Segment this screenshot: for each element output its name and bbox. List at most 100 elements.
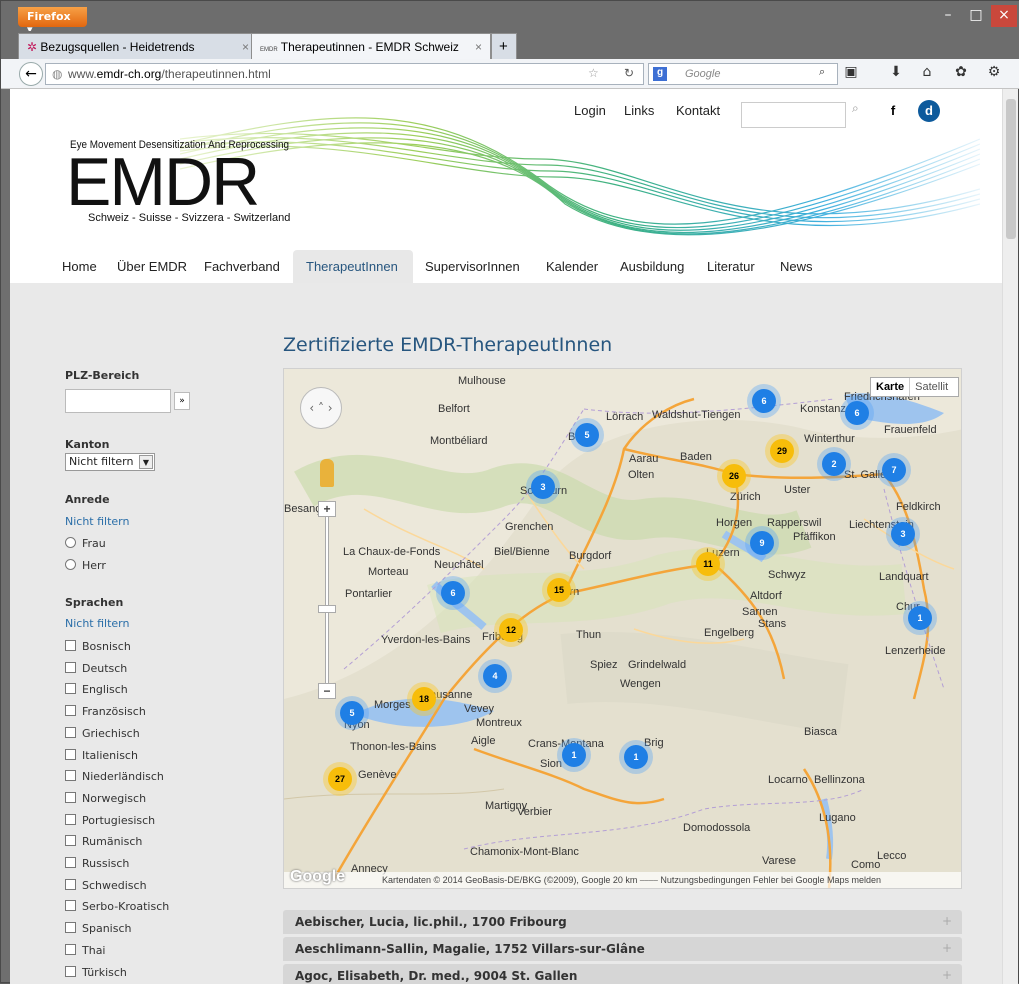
therapist-entry[interactable]: Aebischer, Lucia, lic.phil., 1700 Fribou… xyxy=(283,910,962,934)
new-tab-button[interactable]: + xyxy=(491,33,517,60)
cluster-marker[interactable]: 12 xyxy=(499,618,523,642)
checkbox-icon[interactable] xyxy=(65,835,76,847)
menu-ausbildung[interactable]: Ausbildung xyxy=(620,259,684,274)
expand-plus-icon[interactable]: + xyxy=(942,968,952,982)
search-engine-box[interactable]: g Google ⌕ xyxy=(648,63,838,85)
plz-submit-button[interactable]: » xyxy=(174,392,190,410)
tab-emdr[interactable]: EMDR Therapeutinnen - EMDR Schweiz × xyxy=(251,33,491,60)
emdr-logo[interactable]: EMDR xyxy=(66,147,260,217)
checkbox-icon[interactable] xyxy=(65,878,76,890)
kontakt-link[interactable]: Kontakt xyxy=(676,103,720,118)
checkbox-icon[interactable] xyxy=(65,661,76,673)
therapist-entry[interactable]: Aeschlimann-Sallin, Magalie, 1752 Villar… xyxy=(283,937,962,961)
language-option[interactable]: Portugiesisch xyxy=(65,813,155,827)
cluster-marker[interactable]: 5 xyxy=(575,423,599,447)
cluster-marker[interactable]: 18 xyxy=(412,687,436,711)
menu-supervisorinnen[interactable]: SupervisorInnen xyxy=(425,259,520,274)
anrede-nofilter-link[interactable]: Nicht filtern xyxy=(65,515,129,528)
therapist-entry[interactable]: Agoc, Elisabeth, Dr. med., 9004 St. Gall… xyxy=(283,964,962,984)
language-option[interactable]: Serbo-Kroatisch xyxy=(65,900,169,913)
close-icon[interactable]: × xyxy=(991,5,1017,27)
sprachen-nofilter-link[interactable]: Nicht filtern xyxy=(65,617,129,630)
language-option[interactable]: Deutsch xyxy=(65,661,127,675)
tab-close-icon[interactable]: × xyxy=(242,40,249,54)
street-view-pegman-icon[interactable] xyxy=(320,459,334,487)
download-icon[interactable]: ⬇ xyxy=(886,64,906,84)
map-type-karte[interactable]: Karte xyxy=(871,378,909,396)
zoom-in-button[interactable]: + xyxy=(318,501,336,517)
cluster-marker[interactable]: 6 xyxy=(441,581,465,605)
back-arrow-icon[interactable]: ← xyxy=(19,62,43,86)
tab-close-icon[interactable]: × xyxy=(475,40,482,54)
cluster-marker[interactable]: 9 xyxy=(750,531,774,555)
cluster-marker[interactable]: 6 xyxy=(752,389,776,413)
expand-plus-icon[interactable]: + xyxy=(942,914,952,928)
cluster-marker[interactable]: 27 xyxy=(328,767,352,791)
checkbox-icon[interactable] xyxy=(65,922,76,934)
checkbox-icon[interactable] xyxy=(65,943,76,955)
checkbox-icon[interactable] xyxy=(65,683,76,695)
cluster-marker[interactable]: 29 xyxy=(770,439,794,463)
language-option[interactable]: Niederländisch xyxy=(65,770,164,783)
language-option[interactable]: Türkisch xyxy=(65,965,127,979)
cluster-marker[interactable]: 2 xyxy=(822,452,846,476)
page-scrollbar[interactable] xyxy=(1002,89,1018,984)
tab-heidetrends[interactable]: ✲ Bezugsquellen - Heidetrends × xyxy=(18,33,258,60)
language-option[interactable]: Norwegisch xyxy=(65,791,146,805)
zoom-slider-handle[interactable] xyxy=(318,605,336,613)
addon-icon[interactable]: ⚙ xyxy=(984,64,1004,84)
cluster-marker[interactable]: 1 xyxy=(562,743,586,767)
cluster-marker[interactable]: 1 xyxy=(908,606,932,630)
cluster-marker[interactable]: 11 xyxy=(696,552,720,576)
plz-input[interactable] xyxy=(65,389,171,413)
checkbox-icon[interactable] xyxy=(65,748,76,760)
home-icon[interactable]: ⌂ xyxy=(917,64,937,84)
map-type-satellit[interactable]: Satellit xyxy=(909,378,953,396)
kanton-select[interactable]: Nicht filtern ▼ xyxy=(65,453,155,471)
radio-icon[interactable] xyxy=(65,537,76,548)
menu-literatur[interactable]: Literatur xyxy=(707,259,755,274)
cluster-marker[interactable]: 5 xyxy=(340,701,364,725)
login-link[interactable]: Login xyxy=(574,103,606,118)
reload-icon[interactable]: ↻ xyxy=(624,66,634,80)
anrede-herr[interactable]: Herr xyxy=(65,559,106,572)
language-option[interactable]: Griechisch xyxy=(65,726,140,740)
checkbox-icon[interactable] xyxy=(65,813,76,825)
zoom-slider-track[interactable] xyxy=(325,509,329,699)
zoom-out-button[interactable]: − xyxy=(318,683,336,699)
magnifier-icon[interactable]: ⌕ xyxy=(819,66,825,79)
checkbox-icon[interactable] xyxy=(65,640,76,651)
cluster-marker[interactable]: 15 xyxy=(547,578,571,602)
url-bar[interactable]: ◍ www.emdr-ch.org/therapeutinnen.html ☆ … xyxy=(45,63,644,85)
checkbox-icon[interactable] xyxy=(65,705,76,717)
menu-fachverband[interactable]: Fachverband xyxy=(204,259,280,274)
language-option[interactable]: Thai xyxy=(65,943,106,957)
links-link[interactable]: Links xyxy=(624,103,654,118)
language-option[interactable]: Spanisch xyxy=(65,922,131,935)
checkbox-icon[interactable] xyxy=(65,791,76,803)
expand-plus-icon[interactable]: + xyxy=(942,941,952,955)
cluster-marker[interactable]: 4 xyxy=(483,664,507,688)
checkbox-icon[interactable] xyxy=(65,900,76,912)
menu-therapeutinnen[interactable]: TherapeutInnen xyxy=(306,259,398,274)
cluster-marker[interactable]: 3 xyxy=(891,522,915,546)
scrollbar-thumb[interactable] xyxy=(1006,99,1016,239)
maximize-icon[interactable]: □ xyxy=(963,5,989,27)
language-option[interactable]: Italienisch xyxy=(65,748,138,762)
checkbox-icon[interactable] xyxy=(65,770,76,782)
language-option[interactable]: Russisch xyxy=(65,857,129,870)
language-option[interactable]: Englisch xyxy=(65,683,128,696)
menu-ueber-emdr[interactable]: Über EMDR xyxy=(117,259,187,274)
search-icon[interactable]: ⌕ xyxy=(852,101,859,116)
firefox-menu-button[interactable]: Firefox ▾ xyxy=(18,7,87,36)
language-option[interactable]: Schwedisch xyxy=(65,878,147,892)
radio-icon[interactable] xyxy=(65,559,76,570)
anrede-frau[interactable]: Frau xyxy=(65,537,106,550)
menu-news[interactable]: News xyxy=(780,259,813,274)
checkbox-icon[interactable] xyxy=(65,857,76,868)
menu-home[interactable]: Home xyxy=(62,259,97,274)
cluster-marker[interactable]: 1 xyxy=(624,745,648,769)
extension-icon[interactable]: ✿ xyxy=(951,64,971,84)
d-logo-icon[interactable]: d xyxy=(918,100,940,122)
menu-kalender[interactable]: Kalender xyxy=(546,259,598,274)
